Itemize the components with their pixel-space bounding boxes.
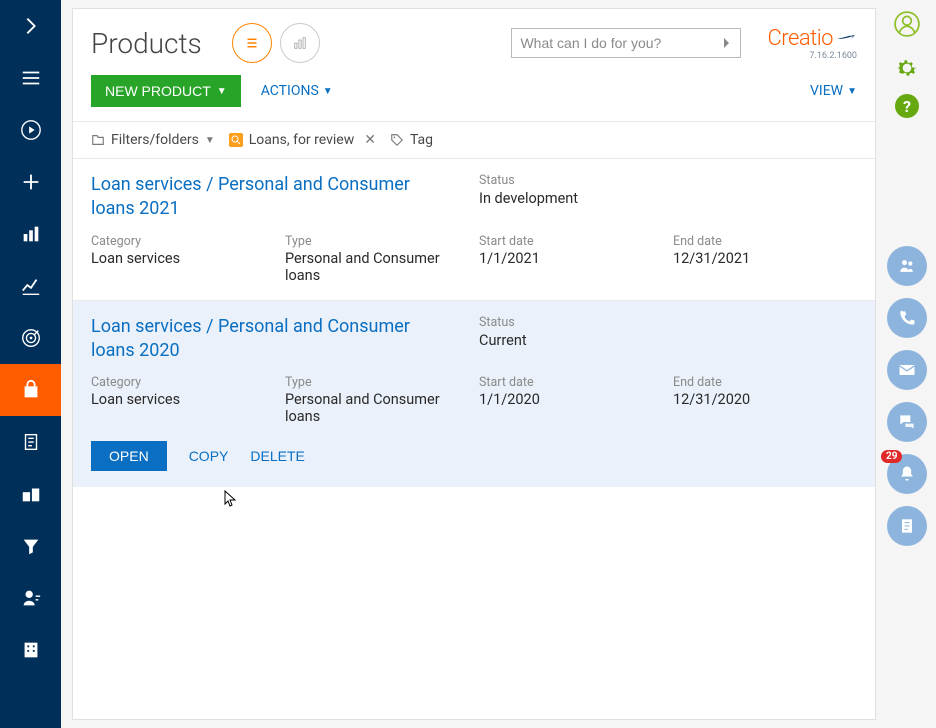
field-label: Start date	[479, 375, 663, 390]
caret-down-icon: ▼	[847, 86, 857, 97]
type-value: Personal and Consumer loans	[285, 391, 469, 425]
field-label: Type	[285, 375, 469, 390]
phone-bubble[interactable]	[887, 298, 927, 338]
folder-filter-icon	[91, 133, 105, 147]
caret-down-icon: ▼	[217, 86, 227, 97]
folder-chip-close[interactable]: ✕	[364, 132, 376, 148]
nav-document-icon[interactable]	[0, 416, 61, 468]
start-date-value: 1/1/2021	[479, 250, 663, 267]
type-value: Personal and Consumer loans	[285, 250, 469, 284]
new-product-button[interactable]: NEW PRODUCT ▼	[91, 75, 241, 107]
nav-org-icon[interactable]	[0, 468, 61, 520]
main-content: Products Creatio 7.16.2.1600 NEW PRODUCT…	[72, 8, 876, 720]
nav-products-icon[interactable]	[0, 364, 61, 416]
nav-trend-icon[interactable]	[0, 260, 61, 312]
active-folder-chip: Loans, for review ✕	[229, 132, 376, 148]
chevron-right-icon	[722, 36, 732, 50]
end-date-value: 12/31/2020	[673, 391, 857, 408]
action-row: NEW PRODUCT ▼ ACTIONS ▼ VIEW ▼	[73, 71, 875, 121]
chat-bubble[interactable]	[887, 402, 927, 442]
logo-arrow-icon	[837, 33, 857, 43]
end-date-value: 12/31/2021	[673, 250, 857, 267]
tag-icon	[390, 133, 404, 147]
start-date-value: 1/1/2020	[479, 391, 663, 408]
right-comm-panel: 29	[884, 246, 930, 546]
nav-user-icon[interactable]	[0, 572, 61, 624]
logo-block: Creatio 7.16.2.1600	[767, 26, 857, 61]
field-label: Category	[91, 234, 275, 249]
nav-chart-icon[interactable]	[0, 208, 61, 260]
product-row[interactable]: Loan services / Personal and Consumer lo…	[73, 158, 875, 300]
contacts-bubble[interactable]	[887, 246, 927, 286]
delete-button[interactable]: DELETE	[250, 441, 304, 471]
filter-bar: Filters/folders ▼ Loans, for review ✕ Ta…	[73, 121, 875, 158]
caret-down-icon: ▼	[323, 86, 333, 97]
page-title: Products	[91, 27, 202, 60]
notification-badge: 29	[881, 450, 902, 463]
folder-chip-label[interactable]: Loans, for review	[249, 132, 354, 148]
notifications-bubble[interactable]: 29	[887, 454, 927, 494]
app-logo: Creatio	[767, 26, 857, 51]
folder-icon	[229, 133, 243, 147]
header-bar: Products Creatio 7.16.2.1600	[73, 9, 875, 71]
command-search[interactable]	[511, 28, 741, 58]
chart-view-toggle[interactable]	[280, 23, 320, 63]
status-value: In development	[479, 190, 857, 207]
settings-icon[interactable]	[889, 50, 925, 86]
view-dropdown[interactable]: VIEW ▼	[810, 83, 857, 99]
nav-play-icon[interactable]	[0, 104, 61, 156]
right-utility-strip: ?	[884, 6, 930, 118]
copy-button[interactable]: COPY	[189, 441, 229, 471]
mail-bubble[interactable]	[887, 350, 927, 390]
nav-menu-icon[interactable]	[0, 52, 61, 104]
search-input[interactable]	[520, 35, 722, 51]
nav-building-icon[interactable]	[0, 624, 61, 676]
category-value: Loan services	[91, 250, 275, 267]
nav-add-icon[interactable]	[0, 156, 61, 208]
nav-target-icon[interactable]	[0, 312, 61, 364]
category-value: Loan services	[91, 391, 275, 408]
field-label: Status	[479, 173, 857, 188]
field-label: Type	[285, 234, 469, 249]
help-icon[interactable]: ?	[895, 94, 919, 118]
left-nav	[0, 0, 61, 728]
product-row[interactable]: Loan services / Personal and Consumer lo…	[73, 300, 875, 488]
nav-expand-button[interactable]	[0, 0, 61, 52]
filters-folders-button[interactable]: Filters/folders ▼	[91, 132, 215, 148]
tag-filter-button[interactable]: Tag	[390, 132, 433, 148]
view-toggle-group	[232, 23, 320, 63]
field-label: Category	[91, 375, 275, 390]
notes-bubble[interactable]	[887, 506, 927, 546]
nav-funnel-icon[interactable]	[0, 520, 61, 572]
row-actions: OPEN COPY DELETE	[91, 429, 857, 471]
list-view-toggle[interactable]	[232, 23, 272, 63]
status-value: Current	[479, 332, 857, 349]
field-label: End date	[673, 234, 857, 249]
field-label: Start date	[479, 234, 663, 249]
product-title-link[interactable]: Loan services / Personal and Consumer lo…	[91, 173, 469, 222]
open-button[interactable]: OPEN	[91, 441, 167, 471]
field-label: End date	[673, 375, 857, 390]
version-text: 7.16.2.1600	[809, 51, 857, 61]
profile-icon[interactable]	[889, 6, 925, 42]
actions-dropdown[interactable]: ACTIONS ▼	[261, 83, 333, 99]
field-label: Status	[479, 315, 857, 330]
product-title-link[interactable]: Loan services / Personal and Consumer lo…	[91, 315, 469, 364]
caret-down-icon: ▼	[205, 135, 215, 146]
